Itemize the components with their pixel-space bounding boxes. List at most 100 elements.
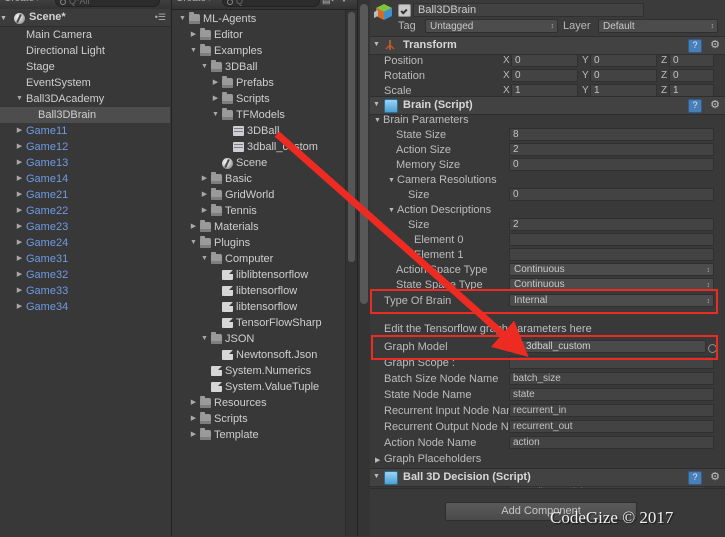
project-item-resources[interactable]: ▶ Resources: [172, 395, 345, 411]
project-item-template[interactable]: ▶ Template: [172, 427, 345, 443]
twirl-icon[interactable]: ▶: [14, 171, 25, 187]
twirl-icon[interactable]: ▼: [177, 11, 188, 27]
help-icon[interactable]: ?: [688, 99, 702, 113]
twirl-icon[interactable]: ▶: [199, 171, 210, 187]
help-icon[interactable]: ?: [688, 471, 702, 485]
twirl-icon[interactable]: ▶: [199, 187, 210, 203]
twirl-icon[interactable]: ▼: [14, 91, 25, 107]
scene-twirl-icon[interactable]: ▼: [0, 15, 7, 22]
project-scrollbar-thumb[interactable]: [348, 12, 355, 262]
search-by-type-icon[interactable]: ▤‣: [322, 0, 336, 6]
project-item-scripts[interactable]: ▶ Scripts: [172, 411, 345, 427]
project-item-scripts[interactable]: ▶ Scripts: [172, 91, 345, 107]
layer-dropdown[interactable]: Default ↕: [598, 19, 718, 33]
hierarchy-item-game34[interactable]: ▶ Game34: [0, 299, 170, 315]
project-item-tennis[interactable]: ▶ Tennis: [172, 203, 345, 219]
project-item-computer[interactable]: ▼ Computer: [172, 251, 345, 267]
graph-placeholders-row[interactable]: ▶ Graph Placeholders: [370, 452, 725, 467]
transform-component-header[interactable]: ▼ Transform ? ⚙: [370, 36, 725, 55]
hierarchy-item-directional light[interactable]: Directional Light: [0, 43, 170, 59]
action-space-type-dropdown[interactable]: Continuous ↕: [509, 263, 714, 276]
brain-foldout-icon[interactable]: ▼: [373, 101, 380, 108]
action-node-input[interactable]: action: [509, 436, 714, 449]
project-item-materials[interactable]: ▶ Materials: [172, 219, 345, 235]
twirl-icon[interactable]: ▶: [14, 123, 25, 139]
twirl-icon[interactable]: ▶: [14, 203, 25, 219]
twirl-icon[interactable]: ▼: [199, 251, 210, 267]
project-item-libtensorflow[interactable]: libtensorflow: [172, 283, 345, 299]
project-create-button[interactable]: Create▾: [176, 0, 212, 4]
recurrent-input-node-input[interactable]: recurrent_in: [509, 404, 714, 417]
gameobject-active-checkbox[interactable]: [398, 4, 411, 17]
brain-parameters-row[interactable]: ▼ Brain Parameters: [370, 113, 725, 128]
twirl-icon[interactable]: ▶: [14, 235, 25, 251]
inspector-scrollbar[interactable]: [357, 0, 371, 536]
twirl-icon[interactable]: ▼: [210, 107, 221, 123]
gear-icon[interactable]: ⚙: [710, 39, 720, 51]
project-item-ml-agents[interactable]: ▼ ML-Agents: [172, 11, 345, 27]
batch-size-node-input[interactable]: batch_size: [509, 372, 714, 385]
gear-icon[interactable]: ⚙: [710, 99, 720, 111]
transform-rotation-y-input[interactable]: 0: [590, 69, 657, 82]
action-descriptions-size-input[interactable]: 2: [509, 218, 714, 231]
inspector-scrollbar-thumb[interactable]: [360, 4, 368, 304]
project-item-scene[interactable]: Scene: [172, 155, 345, 171]
state-node-input[interactable]: state: [509, 388, 714, 401]
project-item-examples[interactable]: ▼ Examples: [172, 43, 345, 59]
twirl-icon[interactable]: ▼: [188, 235, 199, 251]
hierarchy-item-stage[interactable]: Stage: [0, 59, 170, 75]
project-item-gridworld[interactable]: ▶ GridWorld: [172, 187, 345, 203]
hierarchy-item-game22[interactable]: ▶ Game22: [0, 203, 170, 219]
project-item-json[interactable]: ▼ JSON: [172, 331, 345, 347]
twirl-icon[interactable]: ▶: [210, 91, 221, 107]
memory-size-input[interactable]: 0: [509, 158, 714, 171]
element-1-input[interactable]: [509, 248, 714, 261]
project-item-libtensorflow[interactable]: libtensorflow: [172, 299, 345, 315]
twirl-icon[interactable]: ▶: [188, 395, 199, 411]
twirl-icon[interactable]: ▶: [14, 139, 25, 155]
hierarchy-item-game31[interactable]: ▶ Game31: [0, 251, 170, 267]
recurrent-output-node-input[interactable]: recurrent_out: [509, 420, 714, 433]
element-0-input[interactable]: [509, 233, 714, 246]
hierarchy-item-game33[interactable]: ▶ Game33: [0, 283, 170, 299]
project-item-system-numerics[interactable]: System.Numerics: [172, 363, 345, 379]
camera-resolutions-foldout-icon[interactable]: ▼: [388, 177, 395, 184]
hierarchy-item-game23[interactable]: ▶ Game23: [0, 219, 170, 235]
project-item-tfmodels[interactable]: ▼ TFModels: [172, 107, 345, 123]
gear-icon[interactable]: ⚙: [710, 471, 720, 483]
project-item-plugins[interactable]: ▼ Plugins: [172, 235, 345, 251]
project-item-3dball[interactable]: 3DBall: [172, 123, 345, 139]
gameobject-name-input[interactable]: Ball3DBrain: [413, 3, 644, 17]
hierarchy-item-game12[interactable]: ▶ Game12: [0, 139, 170, 155]
tag-dropdown[interactable]: Untagged ↕: [425, 19, 558, 33]
project-item-3dball-custom[interactable]: 3dball_custom: [172, 139, 345, 155]
hierarchy-create-button[interactable]: Create▾: [4, 0, 40, 4]
hierarchy-item-ball3dbrain[interactable]: Ball3DBrain: [0, 107, 170, 123]
brain-parameters-foldout-icon[interactable]: ▼: [374, 117, 381, 124]
twirl-icon[interactable]: ▶: [188, 411, 199, 427]
twirl-icon[interactable]: ▼: [199, 331, 210, 347]
state-size-input[interactable]: 8: [509, 128, 714, 141]
transform-rotation-x-input[interactable]: 0: [511, 69, 578, 82]
action-descriptions-foldout-icon[interactable]: ▼: [388, 207, 395, 214]
project-item-system-valuetuple[interactable]: System.ValueTuple: [172, 379, 345, 395]
hierarchy-item-game32[interactable]: ▶ Game32: [0, 267, 170, 283]
twirl-icon[interactable]: ▶: [14, 251, 25, 267]
twirl-icon[interactable]: ▶: [14, 187, 25, 203]
help-icon[interactable]: ?: [688, 39, 702, 53]
transform-position-x-input[interactable]: 0: [511, 54, 578, 67]
project-item-liblibtensorflow[interactable]: liblibtensorflow: [172, 267, 345, 283]
hamburger-icon[interactable]: •☰: [155, 9, 166, 26]
twirl-icon[interactable]: ▶: [14, 283, 25, 299]
project-scrollbar[interactable]: [345, 10, 357, 536]
project-search-input[interactable]: Q: [222, 0, 320, 7]
hierarchy-item-main camera[interactable]: Main Camera: [0, 27, 170, 43]
hierarchy-item-ball3dacademy[interactable]: ▼ Ball3DAcademy: [0, 91, 170, 107]
graph-placeholders-foldout-icon[interactable]: ▶: [375, 456, 380, 464]
hierarchy-search-input[interactable]: Q*All: [55, 0, 160, 7]
search-by-label-icon[interactable]: ⯆: [340, 0, 354, 6]
project-item-tensorflowsharp[interactable]: TensorFlowSharp: [172, 315, 345, 331]
twirl-icon[interactable]: ▶: [14, 155, 25, 171]
hierarchy-item-game21[interactable]: ▶ Game21: [0, 187, 170, 203]
scene-header-row[interactable]: ▼ Scene* •☰: [0, 9, 170, 27]
